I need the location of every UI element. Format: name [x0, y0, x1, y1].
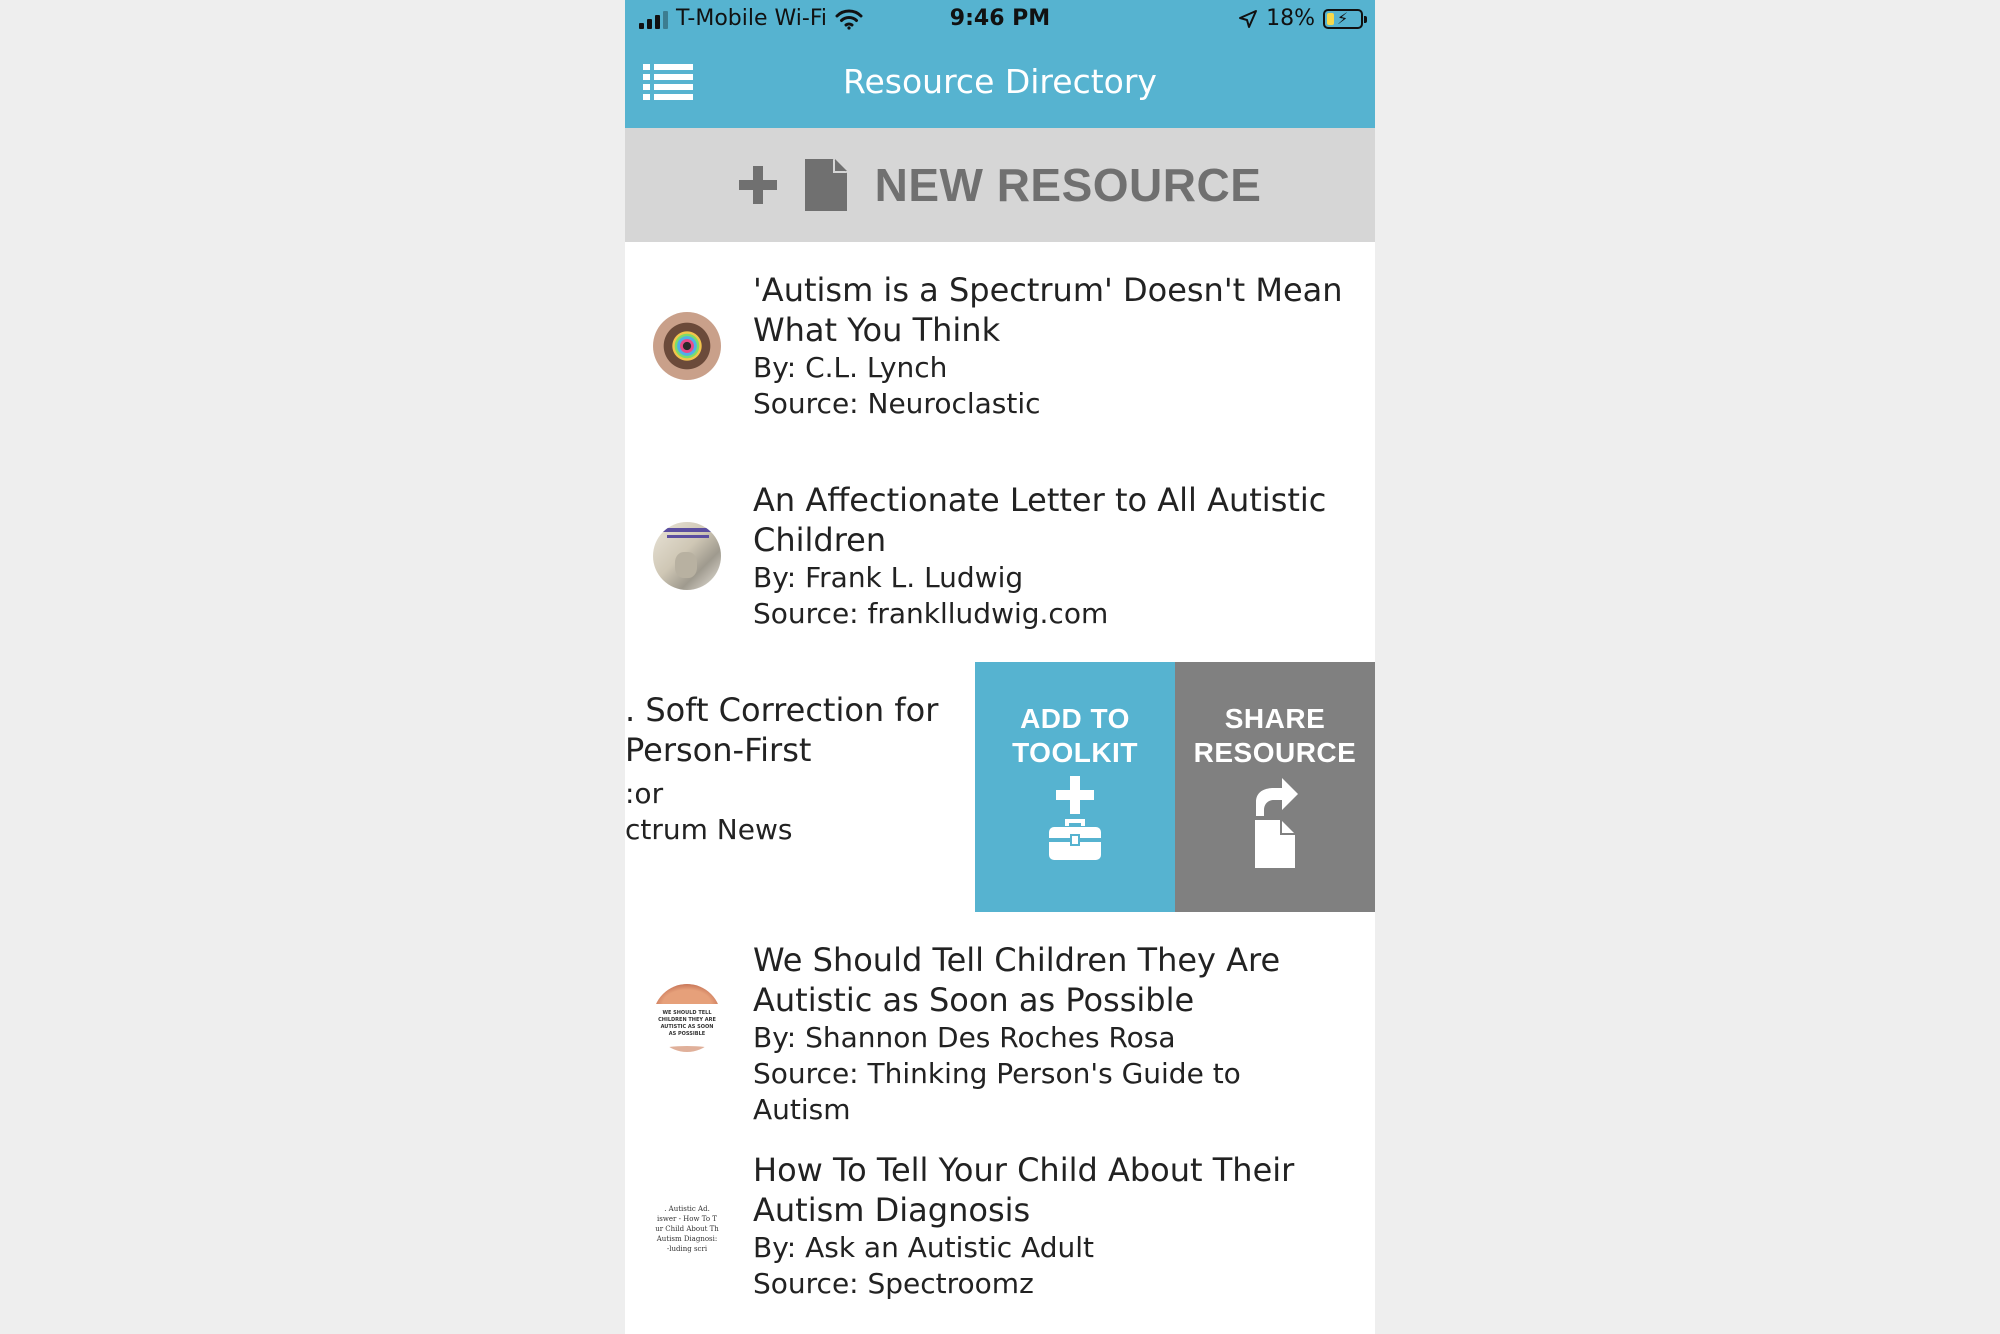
resource-thumbnail: WE SHOULD TELL CHILDREN THEY ARE AUTISTI… — [653, 984, 721, 1052]
resource-title: What You Think — [753, 311, 1001, 349]
share-resource-label-line2: RESOURCE — [1193, 737, 1357, 768]
thumbnail-text: . Autistic Ad. iswer - How To T ur Child… — [655, 1205, 719, 1253]
resource-author: By: Frank L. Ludwig — [753, 561, 1024, 594]
resource-source: Source: Spectroomz — [753, 1267, 1034, 1300]
toolbox-icon — [1049, 819, 1101, 860]
battery-icon: ⚡ — [1323, 8, 1367, 29]
resource-source: Source: Neuroclastic — [753, 387, 1041, 420]
resource-author: By: Ask an Autistic Adult — [753, 1231, 1094, 1264]
status-right: 18% ⚡ — [1238, 6, 1367, 31]
add-to-toolkit-label-line2: TOOLKIT — [1012, 737, 1138, 768]
resource-title: An Affectionate Letter to All Autistic — [753, 481, 1327, 519]
resource-author: By: C.L. Lynch — [753, 351, 948, 384]
resource-author: By: Shannon Des Roches Rosa — [753, 1021, 1176, 1054]
resource-text: 'Autism is a Spectrum' Doesn't Mean What… — [753, 270, 1345, 422]
add-to-toolkit-button[interactable]: ADD TO TOOLKIT — [975, 662, 1175, 912]
add-to-toolkit-label-line1: ADD TO — [1020, 703, 1130, 734]
battery-percent: 18% — [1266, 6, 1315, 31]
page-title: Resource Directory — [843, 62, 1157, 101]
document-icon — [804, 159, 847, 211]
resource-title: Children — [753, 521, 887, 559]
status-bar: T-Mobile Wi-Fi 9:46 PM 18% ⚡ — [625, 0, 1375, 40]
app-header: Resource Directory — [625, 40, 1375, 128]
share-resource-label-line1: SHARE — [1224, 703, 1326, 734]
resource-text: An Affectionate Letter to All Autistic C… — [753, 480, 1345, 632]
resource-source: Source: franklludwig.com — [753, 597, 1109, 630]
plus-icon — [1056, 776, 1094, 814]
resource-thumbnail — [653, 522, 721, 590]
add-to-toolkit-label: ADD TO TOOLKIT — [975, 702, 1175, 770]
location-arrow-icon — [1239, 9, 1258, 28]
thumbnail-text: WE SHOULD TELL CHILDREN THEY ARE AUTISTI… — [658, 1010, 716, 1037]
resource-source: Source: Thinking Person's Guide to Autis… — [753, 1057, 1241, 1126]
document-icon — [1255, 820, 1295, 868]
resource-row[interactable]: 'Autism is a Spectrum' Doesn't Mean What… — [625, 242, 1375, 452]
resource-text: We Should Tell Children They Are Autisti… — [753, 940, 1345, 1128]
resource-title: Autistic as Soon as Possible — [753, 981, 1195, 1019]
resource-thumbnail — [653, 312, 721, 380]
share-resource-label: SHARE RESOURCE — [1175, 702, 1375, 770]
resource-thumbnail: . Autistic Ad. iswer - How To T ur Child… — [653, 1194, 721, 1262]
resource-row-swiped[interactable]: . Soft Correction for Person-First :or c… — [625, 662, 1375, 912]
resource-title: We Should Tell Children They Are — [753, 941, 1281, 979]
resource-text: How To Tell Your Child About Their Autis… — [753, 1150, 1345, 1302]
resource-title: How To Tell Your Child About Their — [753, 1151, 1295, 1189]
plus-icon — [738, 166, 777, 204]
new-resource-label: NEW RESOURCE — [874, 159, 1262, 211]
resource-title: Autism Diagnosis — [753, 1191, 1031, 1229]
resource-row[interactable]: WE SHOULD TELL CHILDREN THEY ARE AUTISTI… — [625, 912, 1375, 1126]
new-resource-button[interactable]: NEW RESOURCE — [625, 128, 1375, 242]
share-arrow-icon — [1256, 778, 1298, 816]
phone-screen: T-Mobile Wi-Fi 9:46 PM 18% ⚡ Resource Di… — [625, 0, 1375, 1334]
resource-row[interactable]: . Autistic Ad. iswer - How To T ur Child… — [625, 1122, 1375, 1334]
resource-title: 'Autism is a Spectrum' Doesn't Mean — [753, 271, 1343, 309]
share-resource-button[interactable]: SHARE RESOURCE — [1175, 662, 1375, 912]
resource-row[interactable]: An Affectionate Letter to All Autistic C… — [625, 452, 1375, 662]
